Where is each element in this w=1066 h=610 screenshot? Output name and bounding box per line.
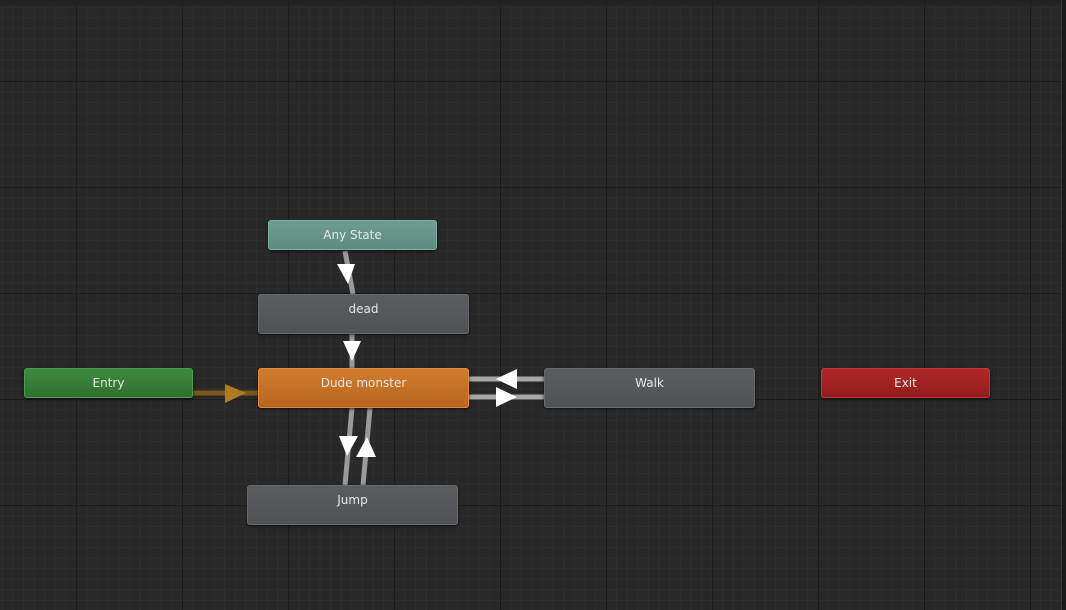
arrow-dude-monster-to-jump-icon (339, 436, 358, 456)
arrow-dude-monster-to-walk-icon (496, 387, 517, 407)
state-node-jump[interactable]: Jump (247, 485, 458, 525)
state-label: Jump (337, 493, 368, 507)
state-node-any-state[interactable]: Any State (268, 220, 437, 250)
arrow-entry-to-dude-monster-icon (225, 384, 246, 403)
state-label: Dude monster (320, 376, 407, 390)
state-node-entry[interactable]: Entry (24, 368, 193, 398)
arrow-jump-to-dude-monster-icon (356, 437, 376, 457)
panel-right-border (1061, 0, 1066, 610)
state-node-dead[interactable]: dead (258, 294, 469, 334)
transition-layer (193, 250, 544, 486)
state-node-walk[interactable]: Walk (544, 368, 755, 408)
arrow-dead-to-dude-monster-icon (343, 341, 361, 361)
animator-graph-canvas[interactable]: Any State dead Entry Dude monster Walk E… (0, 0, 1066, 610)
state-label: Exit (894, 376, 917, 390)
state-label: Walk (635, 376, 664, 390)
state-label: Any State (323, 228, 382, 242)
state-label: dead (348, 302, 379, 316)
state-node-exit[interactable]: Exit (821, 368, 990, 398)
arrow-walk-to-dude-monster-icon (496, 369, 517, 389)
state-label: Entry (92, 376, 125, 390)
state-node-dude-monster[interactable]: Dude monster (258, 368, 469, 408)
